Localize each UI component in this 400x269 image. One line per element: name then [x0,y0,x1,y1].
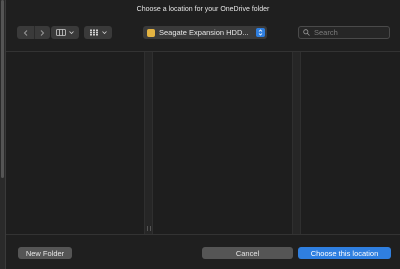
chevron-down-icon [69,31,74,35]
background-scrollbar[interactable] [1,0,4,178]
up-down-chevron-icon [256,28,265,37]
chevron-down-icon [102,31,107,35]
grip-icon [147,226,151,231]
browser-column-2[interactable] [153,52,292,234]
column-resize-handle[interactable] [144,52,153,234]
open-panel-dialog: Choose a location for your OneDrive fold… [6,0,400,269]
grid-view-icon [90,29,98,36]
browser-column-1[interactable] [6,52,144,234]
back-forward-group [17,26,50,39]
dialog-title: Choose a location for your OneDrive fold… [136,6,270,13]
column-resize-handle[interactable] [292,52,301,234]
location-label: Seagate Expansion HDD... [159,28,249,37]
forward-button[interactable] [33,26,50,39]
browser-column-3[interactable] [302,52,400,234]
view-mode-columns-button[interactable] [51,26,79,39]
group-by-button[interactable] [84,26,112,39]
choose-location-button[interactable]: Choose this location [298,247,391,259]
chevron-left-icon [23,29,27,36]
column-browser [6,51,400,235]
search-icon [303,29,310,36]
back-button[interactable] [18,26,34,39]
chevron-right-icon [40,29,45,36]
external-drive-icon [147,28,155,37]
new-folder-button[interactable]: New Folder [18,247,72,259]
search-input[interactable] [314,28,384,37]
search-field[interactable] [298,26,390,39]
location-popup-button[interactable]: Seagate Expansion HDD... [143,26,267,39]
columns-view-icon [56,29,66,36]
cancel-button[interactable]: Cancel [202,247,293,259]
